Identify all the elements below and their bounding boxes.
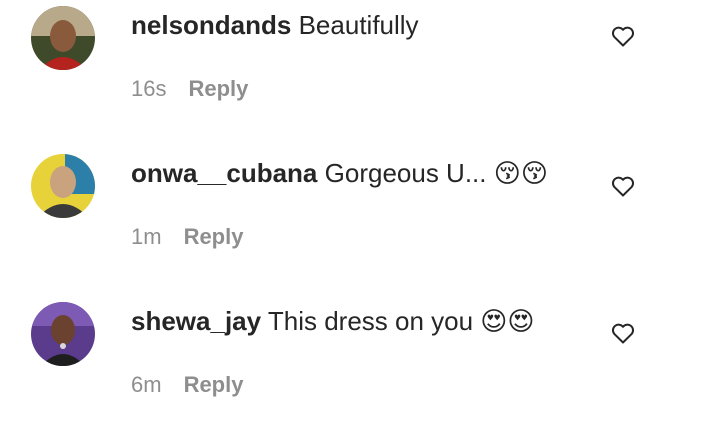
comment-username[interactable]: shewa_jay: [131, 306, 261, 336]
comment-item: onwa__cubana Gorgeous U... 😚😚 1m Reply: [0, 148, 718, 296]
comment-timestamp: 16s: [131, 76, 167, 101]
comment-item: shewa_jay This dress on you 😍😍 6m Reply: [0, 296, 718, 444]
reply-button[interactable]: Reply: [184, 372, 244, 397]
comment-meta: 1m Reply: [131, 222, 243, 252]
comment-meta: 16s Reply: [131, 74, 248, 104]
heart-outline-icon[interactable]: [611, 25, 635, 47]
reply-button[interactable]: Reply: [188, 76, 248, 101]
avatar[interactable]: [31, 6, 95, 70]
heart-outline-icon[interactable]: [611, 322, 635, 344]
reply-button[interactable]: Reply: [184, 224, 244, 249]
avatar[interactable]: [31, 302, 95, 366]
comment-timestamp: 6m: [131, 372, 162, 397]
comment-meta: 6m Reply: [131, 370, 243, 400]
comment-body: This dress on you 😍😍: [267, 306, 535, 336]
heart-outline-icon[interactable]: [611, 175, 635, 197]
comment-text-line: nelsondands Beautifully: [131, 8, 419, 42]
comment-item: nelsondands Beautifully 16s Reply: [0, 0, 718, 148]
comment-body: Beautifully: [298, 10, 419, 40]
avatar[interactable]: [31, 154, 95, 218]
comment-text-line: shewa_jay This dress on you 😍😍: [131, 304, 535, 338]
comment-text-line: onwa__cubana Gorgeous U... 😚😚: [131, 156, 548, 190]
comment-timestamp: 1m: [131, 224, 162, 249]
comment-username[interactable]: nelsondands: [131, 10, 291, 40]
comment-body: Gorgeous U... 😚😚: [324, 158, 548, 188]
comment-username[interactable]: onwa__cubana: [131, 158, 317, 188]
